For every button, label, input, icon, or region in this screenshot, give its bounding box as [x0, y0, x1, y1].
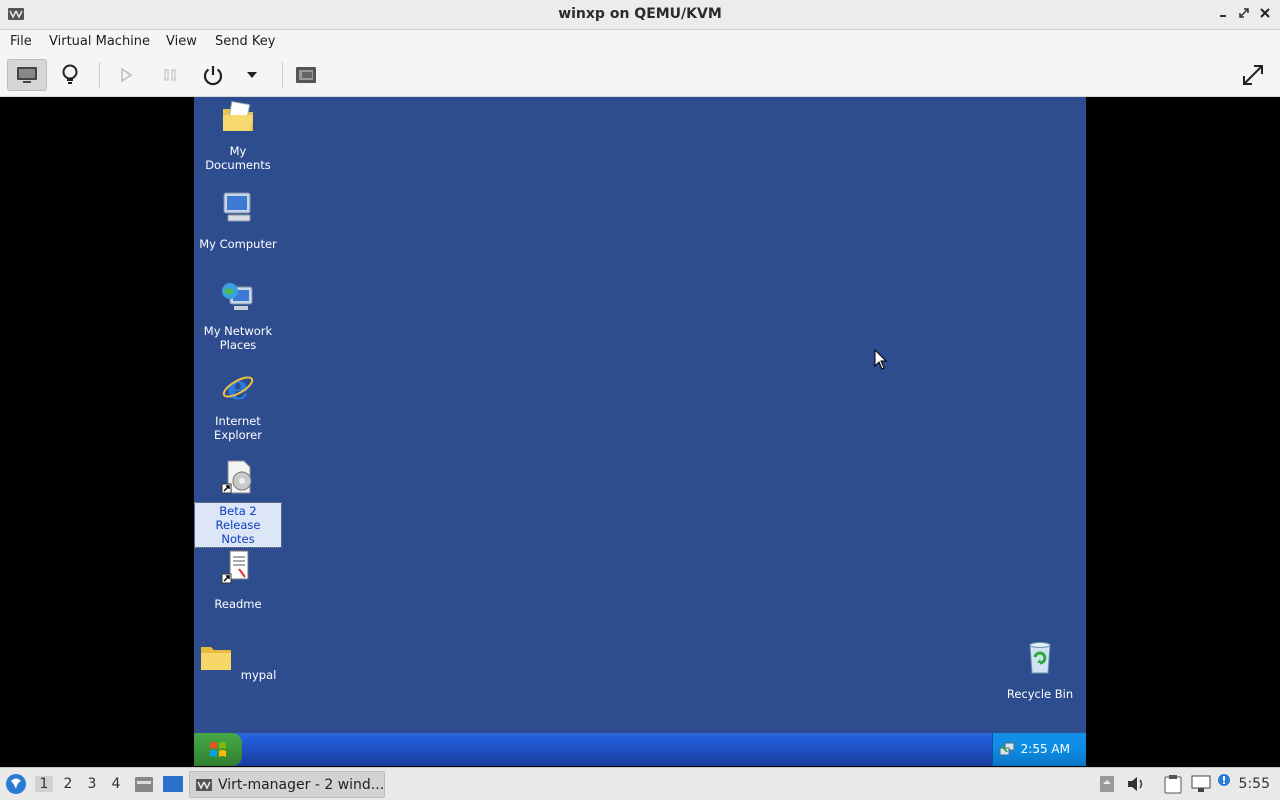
- release-notes-icon: [221, 460, 252, 494]
- close-icon: [1260, 8, 1270, 18]
- windows-logo-icon: [210, 741, 226, 757]
- host-clock[interactable]: 5:55: [1239, 776, 1270, 792]
- power-button[interactable]: [193, 59, 233, 91]
- guest-taskbar: 2:55 AM: [194, 733, 1086, 766]
- start-button[interactable]: [194, 733, 242, 766]
- show-desktop-icon[interactable]: [162, 775, 184, 793]
- desktop-icon-my-network-places[interactable]: My Network Places: [195, 279, 281, 353]
- icon-label: Readme: [214, 597, 262, 611]
- workspace-2[interactable]: 2: [59, 776, 77, 792]
- my-computer-icon: [223, 192, 251, 222]
- volume-icon[interactable]: [1126, 775, 1146, 793]
- desktop-icon-beta2-release-notes[interactable]: Beta 2 Release Notes: [194, 459, 282, 548]
- workspace-3[interactable]: 3: [83, 776, 101, 792]
- menu-send-key[interactable]: Send Key: [215, 34, 275, 49]
- host-panel: 1 2 3 4 Virt-manager - 2 wind... 5:55: [0, 767, 1280, 800]
- icon-label: My Documents: [205, 144, 271, 172]
- network-places-icon: [222, 283, 253, 310]
- readme-icon: [221, 550, 249, 584]
- power-icon: [203, 66, 223, 86]
- app-launcher-icon[interactable]: [5, 773, 27, 795]
- fullscreen-icon: [1243, 65, 1263, 85]
- internet-explorer-icon: e: [222, 368, 254, 408]
- svg-text:e: e: [227, 369, 249, 405]
- desktop-icon-readme[interactable]: Readme: [195, 549, 281, 612]
- minimize-icon: [1220, 15, 1226, 17]
- icon-label: Recycle Bin: [1006, 687, 1074, 701]
- fullscreen-button[interactable]: [1233, 59, 1273, 91]
- guest-clock[interactable]: 2:55 AM: [1021, 742, 1070, 756]
- file-manager-icon[interactable]: [134, 775, 154, 793]
- power-dropdown-button[interactable]: [232, 59, 272, 91]
- details-lightbulb-icon: [62, 64, 78, 84]
- console-button[interactable]: [7, 59, 47, 91]
- clipboard-tray-icon[interactable]: [1099, 775, 1115, 793]
- virt-manager-icon: [196, 779, 212, 791]
- workspace-4[interactable]: 4: [107, 776, 125, 792]
- icon-label: mypal: [240, 668, 277, 682]
- run-button[interactable]: [106, 59, 146, 91]
- snapshots-button[interactable]: [286, 59, 326, 91]
- minimize-button[interactable]: [1214, 5, 1232, 23]
- folder-icon: [200, 647, 231, 670]
- desktop-icon-mypal[interactable]: mypal: [195, 639, 281, 683]
- snapshots-icon: [296, 67, 316, 83]
- close-button[interactable]: [1256, 5, 1274, 23]
- run-icon: [121, 67, 133, 83]
- menu-virtual-machine[interactable]: Virtual Machine: [49, 34, 150, 49]
- notes-tray-icon[interactable]: [1163, 774, 1183, 794]
- system-tray: 2:55 AM: [992, 733, 1086, 766]
- desktop-icon-internet-explorer[interactable]: e Internet Explorer: [195, 368, 281, 443]
- icon-label: Beta 2 Release Notes: [194, 502, 282, 548]
- menu-view[interactable]: View: [166, 34, 197, 49]
- menu-file[interactable]: File: [10, 34, 32, 49]
- mouse-cursor-icon: [874, 349, 888, 370]
- maximize-icon: [1239, 8, 1249, 18]
- notification-icon[interactable]: [1217, 773, 1231, 787]
- workspace-1[interactable]: 1: [35, 776, 53, 792]
- window-titlebar[interactable]: winxp on QEMU/KVM: [0, 0, 1280, 30]
- desktop-icon-my-documents[interactable]: My Documents: [195, 99, 281, 173]
- recycle-bin-icon: [1029, 642, 1051, 674]
- dropdown-arrow-icon: [247, 72, 257, 78]
- toolbar: [0, 54, 1280, 97]
- details-button[interactable]: [50, 59, 90, 91]
- icon-label: My Network Places: [203, 324, 273, 352]
- icon-label: My Computer: [199, 237, 277, 251]
- network-tray-icon[interactable]: [999, 742, 1015, 756]
- pause-icon: [164, 69, 176, 81]
- my-documents-icon: [223, 101, 253, 131]
- task-label: Virt-manager - 2 wind...: [218, 777, 385, 793]
- icon-label: Internet Explorer: [214, 414, 262, 442]
- desktop-icon-recycle-bin[interactable]: Recycle Bin: [997, 639, 1083, 702]
- window-title: winxp on QEMU/KVM: [558, 6, 722, 22]
- taskbar-item-virt-manager[interactable]: Virt-manager - 2 wind...: [189, 771, 385, 798]
- guest-desktop[interactable]: My Documents My Computer My Network Place…: [194, 97, 1086, 733]
- network-icon[interactable]: [1191, 775, 1211, 793]
- pause-button[interactable]: [150, 59, 190, 91]
- menubar: File Virtual Machine View Send Key: [0, 30, 1280, 54]
- desktop-icon-my-computer[interactable]: My Computer: [195, 189, 281, 252]
- console-icon: [17, 67, 37, 83]
- maximize-button[interactable]: [1235, 5, 1253, 23]
